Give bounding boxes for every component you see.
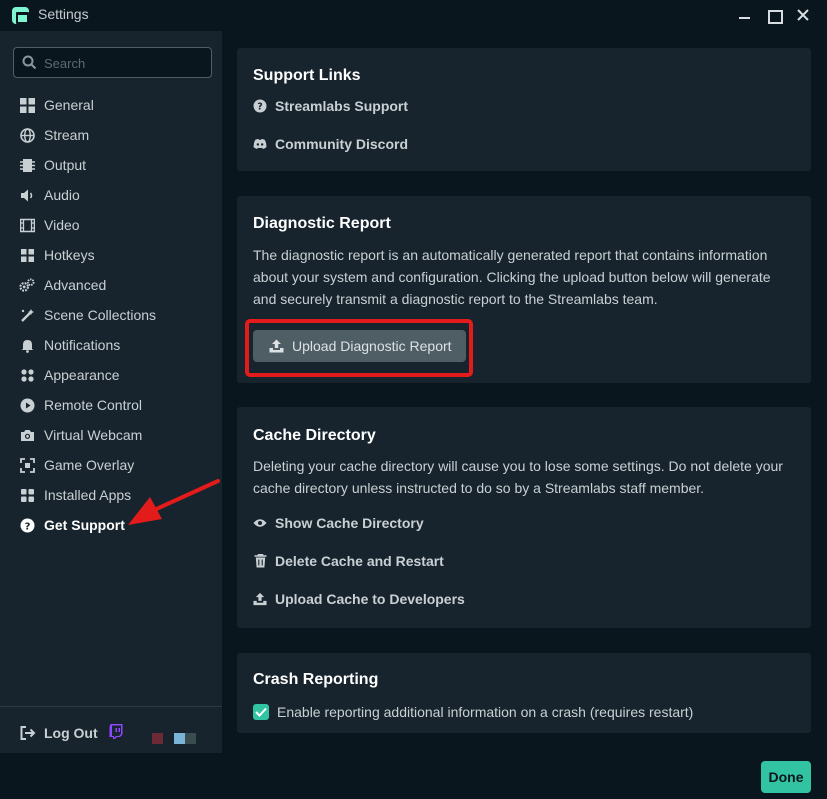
sidebar-item-label: Stream [44,127,90,143]
sidebar-item-label: Audio [44,187,80,203]
sidebar-item-audio[interactable]: Audio [0,180,222,210]
sidebar-item-virtual-webcam[interactable]: Virtual Webcam [0,420,222,450]
diagnostic-description: The diagnostic report is an automaticall… [253,247,771,307]
sidebar-item-notifications[interactable]: Notifications [0,330,222,360]
crash-title: Crash Reporting [253,671,379,688]
sidebar-item-label: Notifications [44,337,121,353]
red-arrow-annotation [128,479,220,525]
sidebar-item-label: Advanced [44,277,107,293]
action-label: Delete Cache and Restart [275,553,444,569]
sidebar-item-scene-collections[interactable]: Scene Collections [0,300,222,330]
close-icon [797,9,809,21]
support-links-card: Support Links ? Streamlabs Support Commu… [237,48,811,171]
check-icon [255,707,267,717]
settings-content: Support Links ? Streamlabs Support Commu… [222,31,827,753]
search-icon [22,55,37,70]
play-circle-icon [19,397,35,413]
title-bar: Settings [0,0,827,31]
sidebar-item-remote-control[interactable]: Remote Control [0,390,222,420]
search-input[interactable] [44,52,204,74]
sidebar-item-label: Remote Control [44,397,143,413]
overlay-icon [19,457,35,473]
chip-icon [19,157,35,173]
diagnostic-title: Diagnostic Report [253,215,391,232]
footer: Done [0,753,827,799]
upload-icon [253,592,267,606]
camera-icon [19,427,35,443]
show-cache-directory-link[interactable]: Show Cache Directory [253,515,424,531]
search-box[interactable] [13,47,212,78]
streamlabs-support-link[interactable]: ? Streamlabs Support [253,98,408,114]
trash-icon [253,554,267,568]
gears-icon [19,277,35,293]
sidebar-item-appearance[interactable]: Appearance [0,360,222,390]
globe-icon [19,127,35,143]
sidebar-footer: Log Out [0,706,222,753]
cache-directory-card: Cache Directory Deleting your cache dire… [237,407,811,628]
wand-icon [19,307,35,323]
twitch-icon [109,724,123,739]
sidebar-item-label: Installed Apps [44,487,132,503]
sidebar-item-general[interactable]: General [0,90,222,120]
action-label: Upload Cache to Developers [275,591,465,607]
upload-diagnostic-report-button[interactable]: Upload Diagnostic Report [253,330,466,362]
sidebar-item-label: Game Overlay [44,457,135,473]
upload-cache-link[interactable]: Upload Cache to Developers [253,591,465,607]
close-button[interactable] [792,4,814,26]
sidebar-item-label: Appearance [44,367,120,383]
svg-text:?: ? [257,102,263,113]
film-icon [19,217,35,233]
sidebar: General Stream Output Audio Video [0,31,222,753]
checkbox-label: Enable reporting additional information … [277,704,694,720]
sidebar-item-video[interactable]: Video [0,210,222,240]
upload-button-label: Upload Diagnostic Report [292,338,452,354]
sidebar-item-label: Video [44,217,80,233]
discord-icon [253,137,267,151]
action-label: Show Cache Directory [275,515,424,531]
keyboard-grid-icon [19,247,35,263]
cache-description: Deleting your cache directory will cause… [253,458,783,496]
question-circle-icon: ? [253,99,267,113]
settings-nav: General Stream Output Audio Video Hotkey… [0,90,222,540]
maximize-button[interactable] [762,4,784,26]
link-label: Community Discord [275,136,409,152]
sidebar-item-advanced[interactable]: Advanced [0,270,222,300]
cache-title: Cache Directory [253,427,376,444]
logout-icon [20,726,36,740]
window-title: Settings [38,6,89,22]
logout-button[interactable]: Log Out [20,725,98,741]
sidebar-item-stream[interactable]: Stream [0,120,222,150]
crash-reporting-card: Crash Reporting Enable reporting additio… [237,653,811,733]
sidebar-item-label: General [44,97,94,113]
eye-icon [253,516,267,530]
diagnostic-report-card: Diagnostic Report The diagnostic report … [237,196,811,383]
crash-reporting-option: Enable reporting additional information … [253,704,693,720]
question-circle-icon: ? [19,517,35,533]
logout-label: Log Out [44,725,98,741]
streamlabs-logo-icon [12,7,29,24]
sidebar-item-label: Virtual Webcam [44,427,143,443]
palette-icon [19,367,35,383]
bell-icon [19,337,35,353]
delete-cache-restart-link[interactable]: Delete Cache and Restart [253,553,444,569]
sidebar-item-hotkeys[interactable]: Hotkeys [0,240,222,270]
minimize-button[interactable] [733,4,755,26]
link-label: Streamlabs Support [275,98,409,114]
sidebar-item-label: Output [44,157,87,173]
apps-icon [19,487,35,503]
grid-icon [19,97,35,113]
avatar [152,733,196,744]
sidebar-item-label: Get Support [44,517,125,533]
sidebar-item-label: Scene Collections [44,307,157,323]
crash-reporting-checkbox[interactable] [253,704,269,720]
speaker-icon [19,187,35,203]
sidebar-item-label: Hotkeys [44,247,95,263]
sidebar-item-output[interactable]: Output [0,150,222,180]
support-links-title: Support Links [253,67,361,84]
svg-text:?: ? [24,521,30,532]
done-button[interactable]: Done [761,761,811,793]
community-discord-link[interactable]: Community Discord [253,136,408,152]
upload-icon [269,339,284,353]
